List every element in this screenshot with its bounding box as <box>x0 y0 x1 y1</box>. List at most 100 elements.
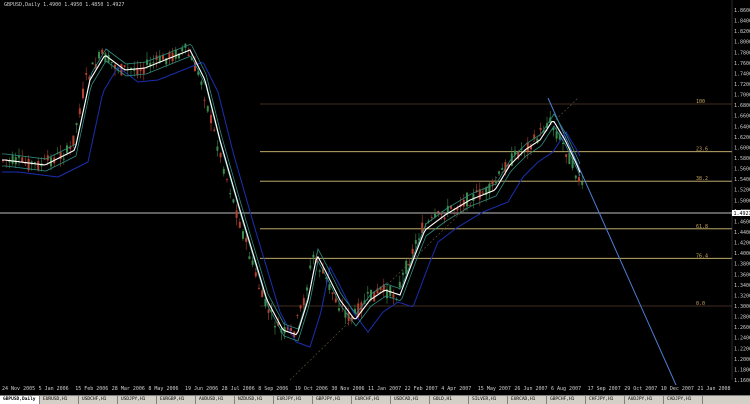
candle-body <box>491 182 494 185</box>
candle-body <box>229 193 232 195</box>
candle-body <box>110 61 113 63</box>
chart-tab[interactable]: CHFJPY,H1 <box>586 396 625 404</box>
candle-body <box>309 265 312 269</box>
candle-body <box>405 260 408 275</box>
price-tick-label: 1.8400 <box>734 19 750 25</box>
candle-body <box>18 155 20 158</box>
price-tick-label: 1.7200 <box>734 82 750 88</box>
chart-tab[interactable]: GBPUSD,Daily <box>0 396 40 404</box>
candle-body <box>430 216 433 218</box>
time-tick-label: 29 Oct 2007 <box>624 386 657 392</box>
price-tick-label: 1.3200 <box>734 293 750 299</box>
candle-body <box>581 181 584 185</box>
time-tick-label: 8 May 2006 <box>148 386 178 392</box>
candle-body <box>312 254 315 258</box>
ma-slow-line <box>2 61 581 348</box>
price-tick-label: 1.7800 <box>734 50 750 56</box>
candle-body <box>213 129 216 131</box>
candle-body <box>235 210 238 218</box>
chart-tab[interactable]: CADJPY,H1 <box>664 396 703 404</box>
chart-tab[interactable]: GBPCHF,H1 <box>547 396 586 404</box>
price-chart[interactable]: 100 23.6 38.2 61.8 76.4 0.0 1.8600 1.8400 1.820… <box>0 0 750 395</box>
candle-body <box>174 49 177 59</box>
candle-body <box>306 287 308 291</box>
chart-symbol-header: GBPUSD,Daily 1.4900 1.4950 1.4850 1.4927 <box>4 2 124 8</box>
price-tick-label: 1.6600 <box>734 114 750 120</box>
candle-body <box>75 123 78 126</box>
forecast-trend-line <box>547 97 677 386</box>
candle-body <box>392 294 395 298</box>
chart-tab[interactable]: NZDUSD,H1 <box>235 396 274 404</box>
fib-level-label: 76.4 <box>696 253 708 259</box>
candle-body <box>72 135 75 146</box>
time-tick-label: 28 Jul 2006 <box>222 386 255 392</box>
price-tick-label: 1.6800 <box>734 103 750 109</box>
candle-body <box>338 308 340 311</box>
candle-body <box>261 290 264 298</box>
chart-tab[interactable]: EURUSD,H1 <box>40 396 79 404</box>
time-tick-label: 28 Mar 2006 <box>112 386 145 392</box>
chart-tab[interactable]: EURGBP,H1 <box>157 396 196 404</box>
candle-body <box>101 49 104 54</box>
candle-body <box>501 168 504 170</box>
candle-body <box>366 291 369 294</box>
candle-body <box>414 240 417 244</box>
fib-level-label: 0.0 <box>696 301 705 307</box>
price-tick-label: 1.5200 <box>734 188 750 194</box>
time-tick-label: 8 Sep 2006 <box>258 386 288 392</box>
candle-body <box>242 231 244 239</box>
price-tick-label: 1.7000 <box>734 93 750 99</box>
time-tick-label: 4 Apr 2007 <box>441 386 471 392</box>
chart-tab[interactable]: AUDJPY,H1 <box>625 396 664 404</box>
ma-fast-line <box>2 49 581 336</box>
candle-body <box>555 131 558 139</box>
fib-level-label: 23.6 <box>696 147 708 153</box>
fib-level-label: 61.8 <box>696 224 708 230</box>
chart-tab[interactable]: USDCHF,H1 <box>79 396 118 404</box>
candle-body <box>181 48 184 52</box>
candle-body <box>248 256 251 260</box>
candle-body <box>232 199 235 203</box>
time-tick-label: 19 Jun 2006 <box>185 386 218 392</box>
price-tick-label: 1.1600 <box>734 378 750 384</box>
candle-body <box>152 62 155 64</box>
candle-body <box>226 179 228 181</box>
chart-tab[interactable]: EURCAD,H1 <box>508 396 547 404</box>
price-tick-label: 1.8000 <box>734 40 750 46</box>
time-tick-label: 6 Aug 2007 <box>551 386 581 392</box>
candle-body <box>334 298 337 303</box>
chart-tab[interactable]: EURCHF,H1 <box>352 396 391 404</box>
candle-body <box>267 309 270 313</box>
candle-body <box>411 248 414 254</box>
time-tick-label: 19 Oct 2006 <box>295 386 328 392</box>
price-tick-label: 1.8600 <box>734 8 750 14</box>
candle-body <box>238 221 241 228</box>
candle-body <box>318 270 321 272</box>
time-tick-label: 24 Nov 2005 <box>2 386 35 392</box>
candle-body <box>437 211 440 213</box>
chart-tab[interactable]: GBPJPY,H1 <box>313 396 352 404</box>
candle-body <box>34 162 36 163</box>
chart-tab[interactable]: EURJPY,H1 <box>274 396 313 404</box>
price-tick-label: 1.3600 <box>734 272 750 278</box>
price-tick-label: 1.3000 <box>734 304 750 310</box>
candle-body <box>472 193 475 202</box>
price-tick-label: 1.4000 <box>734 251 750 257</box>
chart-tab[interactable]: USDJPY,H1 <box>118 396 157 404</box>
time-tick-label: 5 Jan 2006 <box>39 386 69 392</box>
candle-body <box>21 157 24 162</box>
chart-tab[interactable]: AUDUSD,H1 <box>196 396 235 404</box>
moving-averages <box>2 43 581 348</box>
chart-tab[interactable]: GOLD,H1 <box>430 396 469 404</box>
candle-body <box>443 217 446 220</box>
chart-window[interactable]: 100 23.6 38.2 61.8 76.4 0.0 1.8600 1.8400 1.820… <box>0 0 750 395</box>
price-tick-label: 1.3400 <box>734 283 750 289</box>
candle-body <box>299 305 302 309</box>
candle-body <box>302 298 305 306</box>
candle-body <box>210 114 212 124</box>
price-axis[interactable]: 1.8600 1.8400 1.8200 1.8000 1.7800 1.7600 1.74… <box>731 0 750 384</box>
chart-tab[interactable]: SILVER,H1 <box>469 396 508 404</box>
chart-tab[interactable]: USDCAD,H1 <box>391 396 430 404</box>
candle-body <box>446 205 449 213</box>
candle-body <box>126 67 129 69</box>
